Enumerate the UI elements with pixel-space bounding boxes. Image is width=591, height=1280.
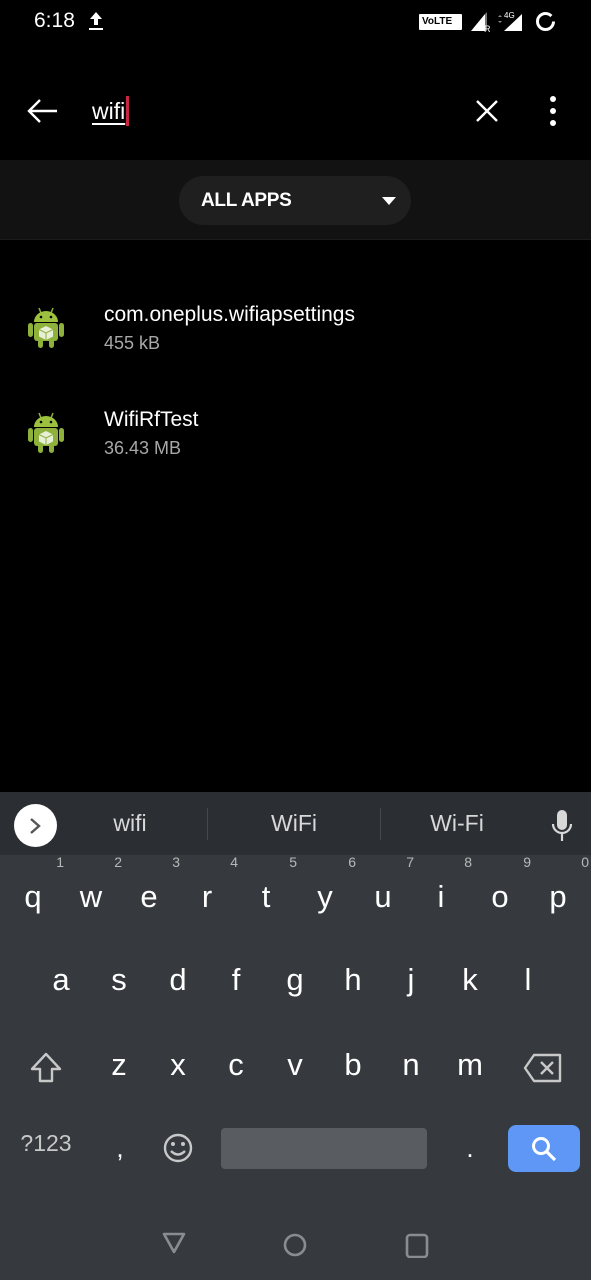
back-triangle-icon[interactable] (161, 1231, 187, 1255)
app-list-item[interactable]: WifiRfTest 36.43 MB (0, 385, 591, 490)
suggestion-item[interactable]: wifi (70, 810, 190, 837)
key-u[interactable]: u7 (358, 855, 414, 927)
key-v[interactable]: v (270, 1035, 320, 1095)
android-icon (28, 412, 64, 453)
suggestion-item[interactable]: Wi-Fi (397, 810, 517, 837)
key-b[interactable]: b (328, 1035, 378, 1095)
search-input[interactable]: wifi (92, 96, 452, 128)
signal-roaming-icon: R (471, 12, 491, 32)
key-z[interactable]: z (94, 1035, 144, 1095)
more-vert-icon[interactable] (540, 94, 566, 128)
search-icon (532, 1137, 557, 1162)
arrow-left-icon[interactable] (26, 96, 60, 126)
key-t[interactable]: t5 (241, 855, 297, 927)
upload-icon (89, 12, 103, 30)
status-bar: 6:18 VoLTE R 4G (0, 0, 591, 46)
key-x[interactable]: x (153, 1035, 203, 1095)
key-q[interactable]: q1 (8, 855, 64, 927)
backspace-icon[interactable] (522, 1052, 564, 1084)
search-key[interactable] (508, 1125, 580, 1172)
shift-icon[interactable] (28, 1050, 64, 1086)
key-hint: 2 (114, 854, 122, 870)
comma-key[interactable]: , (95, 1118, 145, 1178)
key-p[interactable]: p0 (533, 855, 589, 927)
app-list-item[interactable]: com.oneplus.wifiapsettings 455 kB (0, 280, 591, 385)
volte-icon: VoLTE (419, 14, 462, 30)
signal-4g-icon: 4G (498, 11, 522, 31)
key-h[interactable]: h (328, 950, 378, 1010)
filter-selected-label: ALL APPS (201, 190, 292, 211)
key-hint: 4 (230, 854, 238, 870)
app-name: com.oneplus.wifiapsettings (104, 303, 355, 326)
key-hint: 7 (406, 854, 414, 870)
key-w[interactable]: w2 (66, 855, 122, 927)
key-g[interactable]: g (270, 950, 320, 1010)
dropdown-triangle-icon (382, 197, 396, 205)
app-filter-dropdown[interactable]: ALL APPS (179, 176, 411, 225)
suggestion-divider (380, 808, 381, 840)
key-s[interactable]: s (94, 950, 144, 1010)
key-y[interactable]: y6 (300, 855, 356, 927)
key-hint: 9 (523, 854, 531, 870)
suggestion-divider (207, 808, 208, 840)
chevron-right-icon (30, 818, 41, 834)
key-l[interactable]: l (503, 950, 553, 1010)
battery-ring-icon (536, 12, 555, 31)
app-list: com.oneplus.wifiapsettings 455 kB WifiRf… (0, 280, 591, 490)
suggestion-item[interactable]: WiFi (234, 810, 354, 837)
svg-text:R: R (484, 24, 491, 32)
key-hint: 0 (581, 854, 589, 870)
app-size: 36.43 MB (104, 438, 182, 458)
search-value: wifi (92, 98, 126, 124)
status-time: 6:18 (34, 9, 75, 32)
text-caret (126, 96, 130, 126)
search-header: wifi (0, 60, 591, 160)
svg-text:4G: 4G (504, 11, 515, 20)
period-key[interactable]: . (445, 1118, 495, 1178)
recents-square-icon[interactable] (404, 1232, 430, 1258)
close-icon[interactable] (472, 96, 502, 126)
key-k[interactable]: k (445, 950, 495, 1010)
home-circle-icon[interactable] (282, 1232, 308, 1258)
key-j[interactable]: j (386, 950, 436, 1010)
key-hint: 3 (172, 854, 180, 870)
filter-bar: ALL APPS (0, 160, 591, 240)
symbols-key[interactable]: ?123 (14, 1130, 78, 1157)
key-r[interactable]: r4 (182, 855, 238, 927)
expand-toolbar-button[interactable] (14, 804, 57, 847)
app-name: WifiRfTest (104, 408, 199, 431)
key-a[interactable]: a (36, 950, 86, 1010)
key-o[interactable]: o9 (475, 855, 531, 927)
key-i[interactable]: i8 (416, 855, 472, 927)
key-hint: 6 (348, 854, 356, 870)
key-hint: 5 (289, 854, 297, 870)
suggestion-bar: wifi WiFi Wi-Fi (0, 792, 591, 855)
key-n[interactable]: n (386, 1035, 436, 1095)
key-hint: 1 (56, 854, 64, 870)
android-icon (28, 307, 64, 348)
emoji-icon[interactable] (161, 1131, 195, 1165)
app-size: 455 kB (104, 333, 161, 353)
key-c[interactable]: c (211, 1035, 261, 1095)
key-m[interactable]: m (445, 1035, 495, 1095)
key-e[interactable]: e3 (124, 855, 180, 927)
space-key[interactable] (221, 1128, 427, 1169)
volte-label: VoLTE (422, 16, 453, 27)
keyboard: wifi WiFi Wi-Fi q1w2e3r4t5y6u7i8o9p0 asd… (0, 792, 591, 1280)
key-f[interactable]: f (211, 950, 261, 1010)
key-hint: 8 (464, 854, 472, 870)
microphone-icon[interactable] (550, 808, 574, 844)
navigation-bar (0, 1210, 591, 1280)
key-d[interactable]: d (153, 950, 203, 1010)
